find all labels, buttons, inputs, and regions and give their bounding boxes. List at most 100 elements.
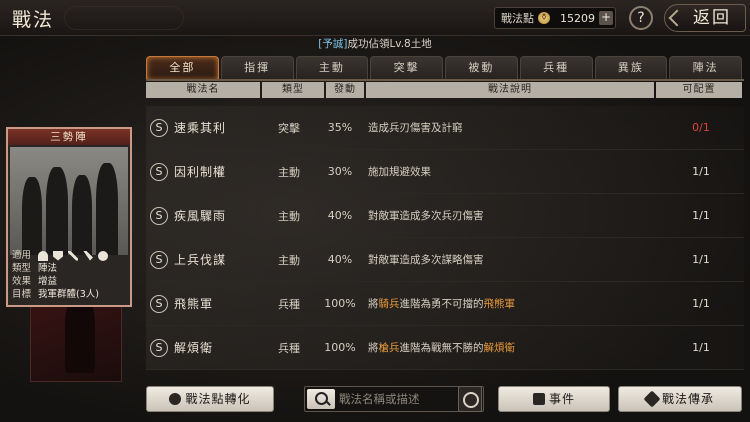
info-row: 適用 [12,249,130,262]
table-row[interactable]: S 因利制權 主動 30% 施加規避效果 1/1 [146,150,744,194]
tactic-type: 兵種 [278,297,300,311]
back-arrow-icon [668,9,686,27]
soldier-silhouette [96,163,118,255]
tactic-rate: 100% [324,341,356,354]
grade-badge: S [150,118,168,137]
tactic-detail-card[interactable]: 三勢陣 適用 類型 陣法 效果 增益 目標 我軍群體(3人) [6,127,132,307]
convert-points-button[interactable]: 戰法點轉化 [146,386,274,412]
column-slots[interactable]: 可配置 [656,82,742,98]
points-value: 15209 [560,11,595,25]
tactic-description: 將騎兵進階為勇不可擋的飛熊軍 [368,296,648,311]
grade-badge: S [150,206,168,225]
search-icon[interactable] [307,389,335,409]
info-value: 增益 [38,276,58,287]
notification-text: [予誠]成功佔領Lv.8土地 [0,36,750,51]
back-label: 返回 [693,8,731,28]
soldier-silhouette [22,177,42,255]
history-clock-button[interactable] [458,386,482,412]
desc-highlight: 騎兵 [378,298,400,310]
crossed-spears-icon [68,250,78,261]
tactic-description: 造成兵刃傷害及計窮 [368,122,463,134]
top-bar: 戰法 戰法點 ⚱ 15209 + ? 返回 [0,0,750,36]
info-key: 效果 [12,276,32,287]
notification-message: 成功佔領Lv.8土地 [347,38,432,50]
events-icon [532,393,545,405]
column-rate[interactable]: 發動 [326,82,364,98]
inherit-label: 戰法傳承 [661,392,714,406]
add-points-button[interactable]: + [599,11,613,25]
tab-assault[interactable]: 突擊 [370,56,443,80]
info-value: 陣法 [38,263,58,274]
table-header: 戰法名 類型 發動 戰法說明 可配置 [146,82,744,98]
tactic-slots: 1/1 [692,165,710,178]
coin-icon: ⚱ [538,12,550,24]
tactic-rate: 100% [324,297,356,310]
events-label: 事件 [548,392,575,406]
info-key: 適用 [12,250,32,261]
desc-part: 將 [368,342,379,354]
search-input[interactable] [339,390,459,408]
info-key: 目標 [12,289,32,300]
grade-badge: S [150,294,168,313]
soldier-silhouette [46,167,68,255]
tab-foreign[interactable]: 異族 [594,56,668,80]
tactic-description: 對敵軍造成多次謀略傷害 [368,254,484,266]
table-row[interactable]: S 飛熊軍 兵種 100% 將騎兵進階為勇不可擋的飛熊軍 1/1 [146,282,744,326]
column-name[interactable]: 戰法名 [146,82,260,98]
tab-troop[interactable]: 兵種 [519,56,593,80]
help-button[interactable]: ? [629,6,653,30]
desc-highlight: 解煩衛 [483,342,516,354]
tactic-type: 兵種 [278,341,300,355]
flame-icon [169,393,182,405]
card-info: 適用 類型 陣法 效果 增益 目標 我軍群體(3人) [12,249,130,301]
tactic-points-display: 戰法點 ⚱ 15209 + [494,7,616,29]
info-key: 類型 [12,263,32,274]
title-ornament [64,6,184,30]
card-artwork [10,147,128,255]
table-row[interactable]: S 上兵伐謀 主動 40% 對敵軍造成多次謀略傷害 1/1 [146,238,744,282]
column-type[interactable]: 類型 [262,82,324,98]
desc-part: 將 [368,298,379,310]
table-row[interactable]: S 速乘其利 突擊 35% 造成兵刃傷害及計窮 0/1 [146,106,744,150]
tab-active[interactable]: 主動 [295,56,369,80]
grade-badge: S [150,338,168,357]
grade-badge: S [150,250,168,269]
table-row[interactable]: S 疾風驟雨 主動 40% 對敵軍造成多次兵刃傷害 1/1 [146,194,744,238]
search-box [304,386,484,412]
inherit-tactic-button[interactable]: 戰法傳承 [618,386,742,412]
bow-icon [83,250,93,261]
tab-command[interactable]: 指揮 [220,56,294,80]
tactic-name: 速乘其利 [174,121,227,135]
tactic-rate: 40% [327,209,353,222]
info-row: 效果 增益 [12,275,130,288]
tactic-slots: 1/1 [692,253,710,266]
tab-passive[interactable]: 被動 [445,56,518,80]
back-button[interactable]: 返回 [664,4,746,32]
table-row[interactable]: S 解煩衛 兵種 100% 將槍兵進階為戰無不勝的解煩衛 1/1 [146,326,744,370]
tactic-name: 因利制權 [174,165,227,179]
tab-all[interactable]: 全部 [146,56,219,80]
tactic-description: 施加規避效果 [368,166,431,178]
tactics-list: S 速乘其利 突擊 35% 造成兵刃傷害及計窮 0/1 S 因利制權 主動 30… [146,106,744,370]
info-value: 我軍群體(3人) [38,289,99,300]
events-button[interactable]: 事件 [498,386,610,412]
tactic-name: 疾風驟雨 [174,209,227,223]
tab-formation[interactable]: 陣法 [669,56,742,80]
desc-highlight: 槍兵 [378,342,400,354]
tactic-type: 突擊 [278,121,300,135]
soldier-silhouette [72,175,92,255]
convert-label: 戰法點轉化 [185,392,251,406]
tactic-rate: 35% [327,121,353,134]
column-description: 戰法說明 [366,82,654,98]
tactic-description: 對敵軍造成多次兵刃傷害 [368,210,484,222]
tactic-slots: 0/1 [692,121,710,134]
cavalry-icon [38,250,48,261]
info-row: 類型 陣法 [12,262,130,275]
tactic-slots: 1/1 [692,209,710,222]
tab-divider [146,79,744,81]
tactic-name: 飛熊軍 [174,297,214,311]
tactic-slots: 1/1 [692,297,710,310]
tactic-rate: 30% [327,165,353,178]
tactic-name: 上兵伐謀 [174,253,227,267]
siege-icon [98,250,108,261]
